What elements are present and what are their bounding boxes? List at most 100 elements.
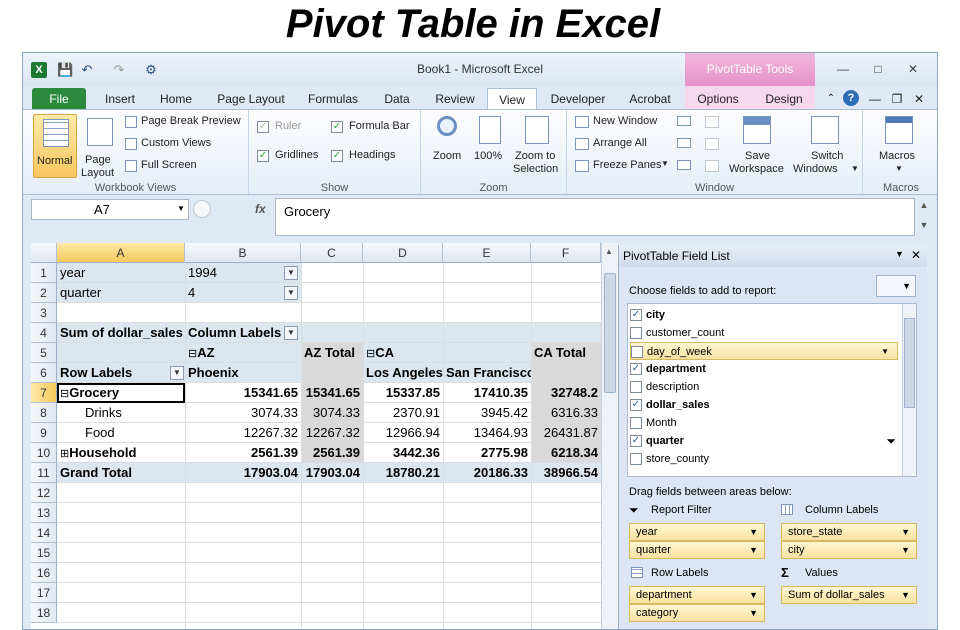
row-label[interactable]: ⊞Household — [57, 443, 185, 463]
hide-icon[interactable] — [677, 138, 691, 148]
row-header[interactable]: 2 — [31, 283, 57, 303]
row-header[interactable]: 18 — [31, 603, 57, 623]
row-header[interactable]: 1 — [31, 263, 57, 283]
value-cell[interactable]: 15341.65 — [301, 383, 363, 403]
value-cell[interactable]: 3442.36 — [363, 443, 443, 463]
pane-options-icon[interactable]: ▼ — [895, 249, 904, 259]
tab-view[interactable]: View — [487, 88, 537, 110]
field-dropdown-icon[interactable]: ▼ — [881, 343, 889, 361]
row-header[interactable]: 3 — [31, 303, 57, 323]
insert-function-icon[interactable]: fx — [255, 202, 266, 216]
value-cell[interactable]: 17903.04 — [301, 463, 363, 483]
restore-icon[interactable]: □ — [868, 62, 888, 76]
tab-developer[interactable]: Developer — [545, 88, 611, 110]
field-checkbox[interactable]: ✓ — [630, 435, 642, 447]
formula-expand-icon[interactable]: ▲ ▼ — [917, 200, 931, 236]
row-label[interactable]: Grand Total — [57, 463, 185, 483]
reset-position-icon[interactable] — [705, 160, 719, 172]
value-cell[interactable]: 20186.33 — [443, 463, 531, 483]
row-header[interactable]: 15 — [31, 543, 57, 563]
row-header[interactable]: 10 — [31, 443, 57, 463]
unhide-icon[interactable] — [677, 160, 691, 170]
value-cell[interactable]: 13464.93 — [443, 423, 531, 443]
value-cell[interactable]: 26431.87 — [531, 423, 601, 443]
vertical-scrollbar[interactable]: ▲ — [601, 243, 618, 629]
field-item[interactable]: description — [630, 378, 898, 396]
value-cell[interactable]: 2561.39 — [185, 443, 301, 463]
value-cell[interactable]: 3945.42 — [443, 403, 531, 423]
help-icon[interactable]: ? — [843, 90, 859, 106]
split-icon[interactable] — [677, 116, 691, 126]
close-icon[interactable]: ✕ — [903, 62, 923, 76]
row-header[interactable]: 17 — [31, 583, 57, 603]
value-cell[interactable]: 12267.32 — [185, 423, 301, 443]
value-cell[interactable]: 6316.33 — [531, 403, 601, 423]
page-break-preview-button[interactable]: Page Break Preview — [141, 115, 241, 127]
state-az[interactable]: ⊟AZ — [185, 343, 301, 363]
field-list-scrollbar[interactable] — [902, 304, 916, 476]
save-workspace-button[interactable]: Save Workspace — [727, 114, 787, 175]
zoom-100-button[interactable]: 100% — [471, 114, 507, 174]
tab-home[interactable]: Home — [151, 88, 201, 110]
field-item[interactable]: Month — [630, 414, 898, 432]
custom-views-button[interactable]: Custom Views — [141, 137, 211, 149]
pane-close-icon[interactable]: ✕ — [911, 248, 921, 262]
row-labels-dropdown-icon[interactable]: ▼ — [170, 366, 184, 380]
value-cell[interactable]: 3074.33 — [185, 403, 301, 423]
freeze-panes-dropdown-icon[interactable]: ▼ — [661, 159, 669, 168]
area-column-city[interactable]: city ▼ — [781, 541, 917, 559]
row-header[interactable]: 6 — [31, 363, 57, 383]
row-header[interactable]: 13 — [31, 503, 57, 523]
column-header-a[interactable]: A — [57, 243, 185, 263]
area-filter-quarter[interactable]: quarter ▼ — [629, 541, 765, 559]
value-cell[interactable]: 15341.65 — [185, 383, 301, 403]
sync-scroll-icon[interactable] — [705, 138, 719, 150]
value-cell[interactable]: 18780.21 — [363, 463, 443, 483]
row-label[interactable]: Food — [57, 423, 185, 443]
field-item[interactable]: ✓ city — [630, 306, 898, 324]
active-cell-a7[interactable] — [57, 383, 185, 403]
column-header-e[interactable]: E — [443, 243, 531, 263]
select-all-corner[interactable] — [31, 243, 57, 263]
field-checkbox[interactable] — [630, 327, 642, 339]
value-cell[interactable]: 38966.54 — [531, 463, 601, 483]
name-box[interactable]: A7 — [31, 199, 189, 220]
row-header[interactable]: 11 — [31, 463, 57, 483]
value-cell[interactable]: 12966.94 — [363, 423, 443, 443]
freeze-panes-button[interactable]: Freeze Panes — [593, 159, 661, 171]
field-checkbox[interactable]: ✓ — [630, 363, 642, 375]
row-header[interactable]: 5 — [31, 343, 57, 363]
field-checkbox[interactable]: ✓ — [630, 399, 642, 411]
tab-page-layout[interactable]: Page Layout — [213, 88, 289, 110]
field-item[interactable]: ✓ quarter ⏷ — [630, 432, 898, 450]
value-cell[interactable]: 17410.35 — [443, 383, 531, 403]
row-header[interactable]: 4 — [31, 323, 57, 343]
field-checkbox[interactable] — [630, 453, 642, 465]
scroll-up-icon[interactable]: ▲ — [605, 247, 613, 256]
field-checkbox[interactable] — [631, 346, 643, 358]
field-checkbox[interactable]: ✓ — [630, 309, 642, 321]
field-item[interactable]: ✓ dollar_sales — [630, 396, 898, 414]
area-filter-year[interactable]: year ▼ — [629, 523, 765, 541]
row-header[interactable]: 16 — [31, 563, 57, 583]
value-cell[interactable]: 6218.34 — [531, 443, 601, 463]
field-layout-button[interactable]: ▼ — [876, 275, 916, 297]
value-cell[interactable]: 32748.2 — [531, 383, 601, 403]
column-header-f[interactable]: F — [531, 243, 601, 263]
value-cell[interactable]: 17903.04 — [185, 463, 301, 483]
area-column-store-state[interactable]: store_state ▼ — [781, 523, 917, 541]
formula-bar-checkbox[interactable]: ✓ — [331, 121, 343, 133]
doc-minimize-icon[interactable]: — — [867, 88, 883, 110]
row-header[interactable]: 7 — [31, 383, 57, 403]
formula-bar-resize-icon[interactable] — [193, 200, 211, 218]
tab-insert[interactable]: Insert — [95, 88, 145, 110]
area-row-category[interactable]: category ▼ — [629, 604, 765, 622]
filter-quarter-dropdown-icon[interactable]: ▼ — [284, 286, 298, 300]
headings-checkbox[interactable]: ✓ — [331, 150, 343, 162]
row-header[interactable]: 8 — [31, 403, 57, 423]
full-screen-button[interactable]: Full Screen — [141, 159, 197, 171]
tab-review[interactable]: Review — [429, 88, 481, 110]
column-header-d[interactable]: D — [363, 243, 443, 263]
row-header[interactable]: 9 — [31, 423, 57, 443]
doc-close-icon[interactable]: ✕ — [911, 88, 927, 110]
